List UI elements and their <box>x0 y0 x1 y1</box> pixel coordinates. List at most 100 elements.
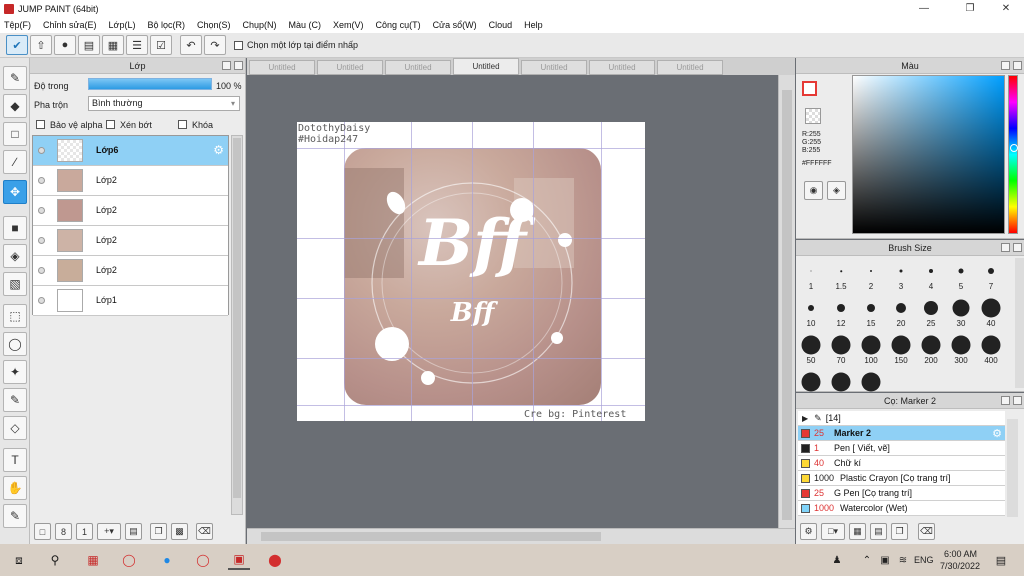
expand-arrow-icon[interactable]: ▶ <box>802 414 808 423</box>
panel-close-icon[interactable] <box>1013 61 1022 70</box>
brush-size-scrollbar[interactable] <box>1015 258 1024 388</box>
tab-untitled[interactable]: Untitled <box>317 60 383 75</box>
line-tool-icon[interactable]: ∕ <box>3 150 27 174</box>
hue-handle[interactable] <box>1010 144 1018 152</box>
close-button[interactable]: ✕ <box>992 0 1020 17</box>
brush-document-icon[interactable]: ▦ <box>849 523 866 540</box>
select-pen-icon[interactable]: ✎ <box>3 388 27 412</box>
visibility-icon[interactable] <box>38 147 45 154</box>
menu-filter[interactable]: Bộ lọc(R) <box>147 20 185 30</box>
clock-date[interactable]: 7/30/2022 <box>940 561 980 571</box>
brush-size-cell[interactable]: 300 <box>946 332 976 369</box>
tab-untitled[interactable]: Untitled <box>385 60 451 75</box>
brush-copy-icon[interactable]: ❐ <box>891 523 908 540</box>
select-layer-at-point-checkbox[interactable] <box>234 40 243 50</box>
hand-tool-icon[interactable]: ✋ <box>3 476 27 500</box>
tab-untitled[interactable]: Untitled <box>589 60 655 75</box>
menu-file[interactable]: Tệp(F) <box>4 20 31 30</box>
gear-icon[interactable]: ⚙ <box>992 427 1002 440</box>
brush-preset-row[interactable]: 25 Marker 2 ⚙ <box>798 426 1005 441</box>
app-grid-icon[interactable]: ▦ <box>82 550 104 570</box>
brush-size-cell[interactable]: 20 <box>886 295 916 332</box>
brush-size-cell[interactable]: 1.5 <box>826 258 856 295</box>
undock-icon[interactable] <box>1001 61 1010 70</box>
brush-preset-scrollbar[interactable] <box>1007 419 1018 517</box>
magic-wand-icon[interactable]: ✦ <box>3 360 27 384</box>
gradient-tool-icon[interactable]: ▧ <box>3 272 27 296</box>
brush-size-cell[interactable]: 400 <box>976 332 1006 369</box>
palette-settings-icon[interactable]: ◈ <box>827 181 846 200</box>
brush-size-cell[interactable]: 15 <box>856 295 886 332</box>
menu-help[interactable]: Help <box>524 20 543 30</box>
checklist-icon[interactable]: ☑ <box>150 35 172 55</box>
saturation-value-picker[interactable] <box>852 75 1005 234</box>
palette-icon[interactable]: ◉ <box>804 181 823 200</box>
visibility-icon[interactable] <box>38 297 45 304</box>
undock-icon[interactable] <box>1001 396 1010 405</box>
canvas-horizontal-scrollbar[interactable] <box>247 528 795 544</box>
brush-size-cell[interactable]: 70 <box>826 332 856 369</box>
brush-size-cell[interactable]: 4 <box>916 258 946 295</box>
text-tool-icon[interactable]: T <box>3 448 27 472</box>
undo-icon[interactable]: ↶ <box>180 35 202 55</box>
brush-size-cell[interactable]: 1 <box>796 258 826 295</box>
eraser-tool-icon[interactable]: ◆ <box>3 94 27 118</box>
list-icon[interactable]: ☰ <box>126 35 148 55</box>
opera-gx-icon[interactable]: ◯ <box>192 550 214 570</box>
brush-settings-icon[interactable]: ⚙ <box>800 523 817 540</box>
document-icon[interactable]: ▦ <box>102 35 124 55</box>
gear-icon[interactable]: ⚙ <box>213 143 224 157</box>
layer-row[interactable]: Lớp2 <box>33 226 228 256</box>
panel-close-icon[interactable] <box>1013 243 1022 252</box>
add-brush-dropdown-icon[interactable]: □▾ <box>821 523 845 540</box>
menu-capture[interactable]: Chụp(N) <box>243 20 277 30</box>
brush-size-cell[interactable]: 7 <box>976 258 1006 295</box>
blend-mode-select[interactable]: Bình thường ▾ <box>88 96 240 111</box>
brush-size-cell[interactable]: 3 <box>886 258 916 295</box>
new-layer-8bit-icon[interactable]: 8 <box>55 523 72 540</box>
wifi-icon[interactable]: ≋ <box>892 550 914 570</box>
menu-layer[interactable]: Lớp(L) <box>109 20 136 30</box>
redo-icon[interactable]: ↷ <box>204 35 226 55</box>
brush-size-cell[interactable]: 2 <box>856 258 886 295</box>
brush-preset-row[interactable]: 40 Chữ kí <box>798 456 1005 471</box>
menu-cloud[interactable]: Cloud <box>489 20 513 30</box>
brush-folder-icon[interactable]: ▤ <box>870 523 887 540</box>
menu-color[interactable]: Màu (C) <box>289 20 322 30</box>
layer-list-scrollbar[interactable] <box>231 135 243 515</box>
opera-icon[interactable]: ◯ <box>118 550 140 570</box>
menu-edit[interactable]: Chỉnh sửa(E) <box>43 20 97 30</box>
check-icon[interactable]: ✔ <box>6 35 28 55</box>
layer-row[interactable]: Lớp2 <box>33 196 228 226</box>
menu-view[interactable]: Xem(V) <box>333 20 364 30</box>
menu-select[interactable]: Chọn(S) <box>197 20 231 30</box>
bucket-tool-icon[interactable]: ◈ <box>3 244 27 268</box>
panel-close-icon[interactable] <box>1013 396 1022 405</box>
layer-row[interactable]: Lớp6 ⚙ <box>33 136 228 166</box>
menu-window[interactable]: Cửa sổ(W) <box>433 20 477 30</box>
canvas-vertical-scrollbar[interactable] <box>778 75 795 528</box>
zalo-icon[interactable]: ● <box>156 550 178 570</box>
panel-close-icon[interactable] <box>234 61 243 70</box>
tab-untitled[interactable]: Untitled <box>657 60 723 75</box>
fill-rect-tool-icon[interactable]: ■ <box>3 216 27 240</box>
folder-icon[interactable]: ▤ <box>125 523 142 540</box>
visibility-icon[interactable] <box>38 207 45 214</box>
tab-untitled-active[interactable]: Untitled <box>453 58 519 75</box>
search-icon[interactable]: ⚲ <box>44 550 66 570</box>
undock-icon[interactable] <box>1001 243 1010 252</box>
language-indicator[interactable]: ENG <box>914 555 934 565</box>
record-icon[interactable]: ⬤ <box>264 550 286 570</box>
brush-size-cell[interactable]: 200 <box>916 332 946 369</box>
hue-slider[interactable] <box>1008 75 1018 234</box>
brush-size-cell[interactable]: 25 <box>916 295 946 332</box>
brush-size-cell[interactable]: 100 <box>856 332 886 369</box>
drawing-canvas[interactable]: Bff Bff DotothyDaisy #Hoidap247 Cre bg: … <box>297 122 645 421</box>
brush-size-cell[interactable]: 10 <box>796 295 826 332</box>
brush-size-cell[interactable]: 12 <box>826 295 856 332</box>
brush-size-cell[interactable]: 50 <box>796 332 826 369</box>
brush-size-cell[interactable]: 150 <box>886 332 916 369</box>
speech-bubble-icon[interactable]: ● <box>54 35 76 55</box>
transparent-color-swatch[interactable] <box>805 108 821 124</box>
tab-untitled[interactable]: Untitled <box>249 60 315 75</box>
